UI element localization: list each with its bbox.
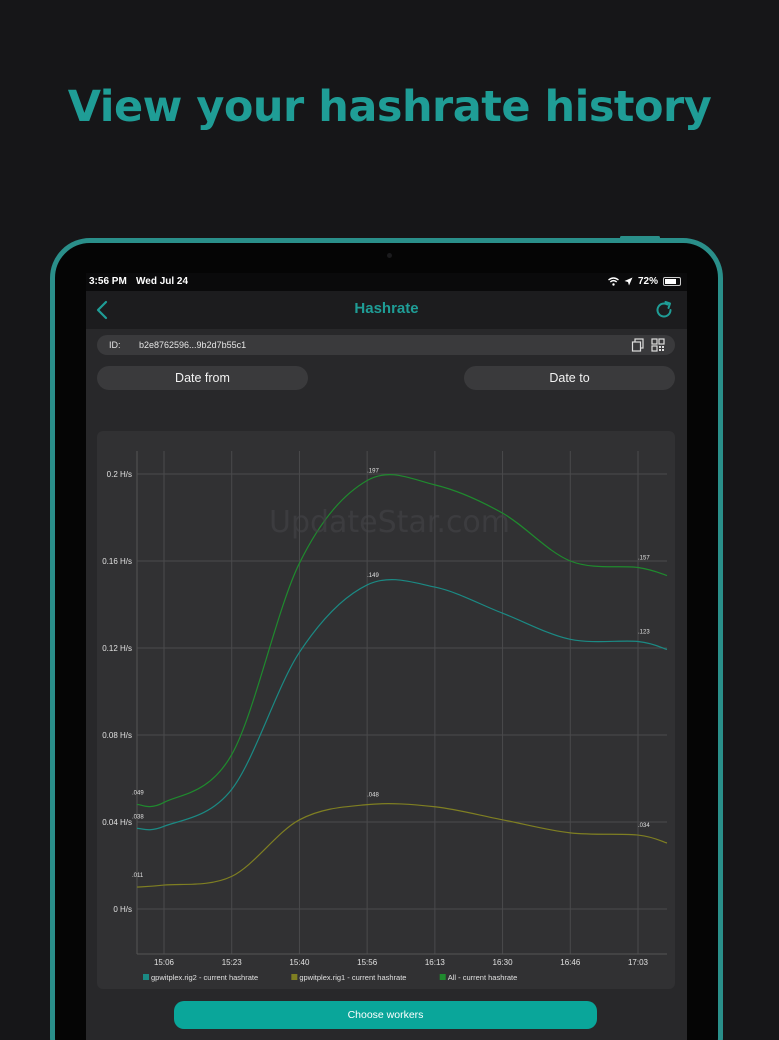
date-from-button[interactable]: Date from bbox=[97, 366, 308, 390]
x-tick-label: 17:03 bbox=[628, 958, 649, 967]
refresh-icon[interactable] bbox=[653, 299, 675, 321]
y-tick-label: 0.12 H/s bbox=[102, 644, 132, 653]
data-label: .038 bbox=[132, 814, 144, 820]
x-tick-label: 15:06 bbox=[154, 958, 175, 967]
id-label: ID: bbox=[109, 340, 121, 350]
data-label: .011 bbox=[132, 873, 144, 879]
data-label: .049 bbox=[132, 790, 144, 796]
series-line bbox=[136, 803, 668, 888]
status-bar: 3:56 PM Wed Jul 24 72% bbox=[86, 273, 687, 291]
status-date: Wed Jul 24 bbox=[136, 276, 189, 287]
nav-bar: Hashrate bbox=[86, 291, 687, 329]
x-tick-label: 16:13 bbox=[425, 958, 446, 967]
data-label: .149 bbox=[367, 573, 379, 579]
x-tick-label: 15:40 bbox=[289, 958, 310, 967]
y-tick-label: 0.2 H/s bbox=[107, 470, 132, 479]
wifi-icon bbox=[608, 277, 619, 286]
headline: View your hashrate history bbox=[67, 82, 712, 132]
legend-label: All - current hashrate bbox=[448, 973, 518, 982]
status-time: 3:56 PM bbox=[89, 276, 127, 287]
location-arrow-icon bbox=[624, 277, 633, 286]
y-tick-label: 0.16 H/s bbox=[102, 557, 132, 566]
x-tick-label: 15:56 bbox=[357, 958, 378, 967]
app-screen: 3:56 PM Wed Jul 24 72% Hashrate ID: b2e8… bbox=[86, 273, 687, 1040]
y-tick-label: 0.04 H/s bbox=[102, 818, 132, 827]
copy-icon[interactable] bbox=[631, 338, 645, 352]
x-tick-label: 16:30 bbox=[493, 958, 514, 967]
legend-swatch bbox=[439, 974, 446, 980]
page-title: Hashrate bbox=[354, 300, 419, 317]
y-tick-label: 0.08 H/s bbox=[102, 731, 132, 740]
camera bbox=[387, 253, 392, 258]
data-label: .197 bbox=[367, 469, 379, 475]
date-to-button[interactable]: Date to bbox=[464, 366, 675, 390]
data-label: .034 bbox=[638, 823, 650, 829]
watermark: UpdateStar.com bbox=[268, 505, 511, 540]
legend-swatch bbox=[291, 974, 298, 980]
data-label: .123 bbox=[638, 629, 650, 635]
choose-workers-button[interactable]: Choose workers bbox=[174, 1001, 597, 1029]
x-tick-label: 15:23 bbox=[222, 958, 243, 967]
data-label: .048 bbox=[367, 793, 379, 799]
worker-id-bar: ID: b2e8762596...9b2d7b55c1 bbox=[97, 335, 675, 355]
battery-icon bbox=[663, 277, 681, 286]
status-indicators: 72% bbox=[608, 276, 681, 287]
legend-label: gpwitplex.rig2 - current hashrate bbox=[151, 973, 258, 982]
id-value: b2e8762596...9b2d7b55c1 bbox=[139, 340, 247, 350]
x-tick-label: 16:46 bbox=[560, 958, 581, 967]
legend-label: gpwitplex.rig1 - current hashrate bbox=[299, 973, 406, 982]
qr-code-icon[interactable] bbox=[651, 338, 665, 352]
y-tick-label: 0 H/s bbox=[113, 905, 132, 914]
data-label: .157 bbox=[638, 556, 650, 562]
legend-swatch bbox=[143, 974, 149, 980]
battery-percent: 72% bbox=[637, 276, 658, 287]
series-line bbox=[136, 579, 668, 831]
